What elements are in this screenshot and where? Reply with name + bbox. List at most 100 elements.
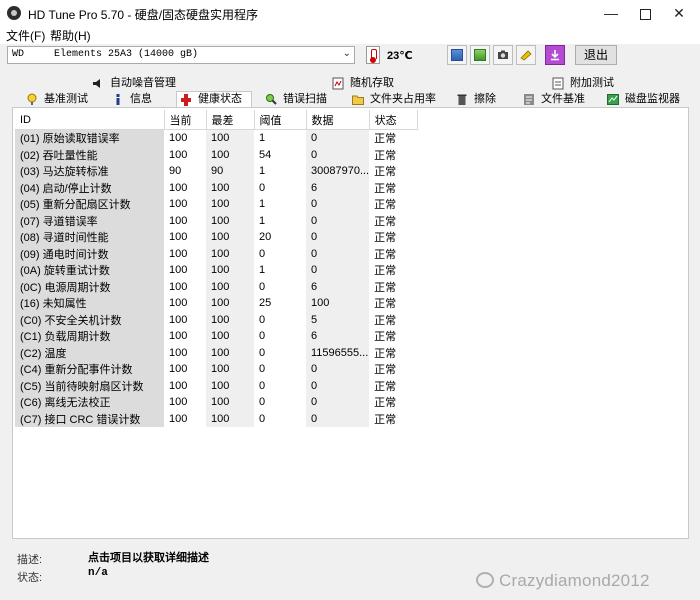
tab-disk-monitor[interactable]: 磁盘监视器 bbox=[607, 92, 687, 108]
save-button[interactable] bbox=[545, 45, 565, 65]
copy-info-button[interactable] bbox=[447, 45, 467, 65]
threshold-cell: 1 bbox=[259, 132, 266, 145]
file-benchmark-icon bbox=[523, 93, 535, 106]
table-row[interactable]: (07) 寻道错误率 100 100 1 0 正常 bbox=[15, 212, 417, 229]
attribute-id-cell: (05) 重新分配扇区计数 bbox=[15, 196, 164, 213]
options-button[interactable] bbox=[516, 45, 536, 65]
trash-icon bbox=[456, 93, 468, 106]
status-label: 状态: bbox=[17, 572, 43, 584]
table-header-row: ID 当前 最差 阈值 数据 状态 bbox=[15, 110, 418, 130]
tab-label: 信息 bbox=[130, 93, 152, 105]
close-button[interactable]: ✕ bbox=[662, 0, 696, 26]
info-icon bbox=[112, 93, 124, 106]
column-header-data[interactable]: 数据 bbox=[306, 110, 370, 130]
column-header-status[interactable]: 状态 bbox=[369, 110, 418, 130]
status-cell: 正常 bbox=[374, 281, 397, 294]
data-cell: 0 bbox=[306, 212, 370, 229]
tab-erase[interactable]: 擦除 bbox=[456, 92, 506, 108]
status-cell: 正常 bbox=[374, 298, 397, 311]
threshold-cell: 1 bbox=[259, 198, 266, 211]
table-row[interactable]: (C2) 温度 100 100 0 11596555... 正常 bbox=[15, 344, 417, 361]
current-cell: 100 bbox=[169, 412, 188, 425]
attribute-id-cell: (C1) 负载周期计数 bbox=[15, 328, 164, 345]
status-cell: 正常 bbox=[374, 248, 397, 261]
drive-select[interactable]: WD Elements 25A3 (14000 gB) ⌄ bbox=[7, 46, 355, 64]
attribute-id-cell: (16) 未知属性 bbox=[15, 295, 164, 312]
thermometer-icon bbox=[366, 46, 380, 64]
tab-health[interactable]: 健康状态 bbox=[176, 91, 252, 108]
worst-cell: 100 bbox=[206, 245, 254, 262]
data-cell: 0 bbox=[306, 129, 370, 147]
maximize-button[interactable] bbox=[628, 0, 662, 26]
column-header-current[interactable]: 当前 bbox=[164, 110, 207, 130]
worst-cell: 100 bbox=[206, 328, 254, 345]
tab-noise-management[interactable]: 自动噪音管理 bbox=[92, 76, 252, 92]
tab-random-access[interactable]: 随机存取 bbox=[332, 76, 442, 92]
attribute-id-cell: (C5) 当前待映射扇区计数 bbox=[15, 377, 164, 394]
table-row[interactable]: (0C) 电源周期计数 100 100 0 6 正常 bbox=[15, 278, 417, 295]
health-cross-icon bbox=[180, 93, 192, 106]
table-row[interactable]: (01) 原始读取错误率 100 100 1 0 正常 bbox=[15, 129, 417, 147]
current-cell: 100 bbox=[169, 214, 188, 227]
exit-button[interactable]: 退出 bbox=[575, 45, 617, 65]
worst-cell: 100 bbox=[206, 229, 254, 246]
table-row[interactable]: (0A) 旋转重试计数 100 100 1 0 正常 bbox=[15, 262, 417, 279]
tab-extra-tests[interactable]: 附加测试 bbox=[552, 76, 652, 92]
attribute-id-cell: (C4) 重新分配事件计数 bbox=[15, 361, 164, 378]
tab-file-benchmark[interactable]: 文件基准 bbox=[523, 92, 593, 108]
column-header-worst[interactable]: 最差 bbox=[206, 110, 255, 130]
status-value: n/a bbox=[88, 567, 108, 579]
table-row[interactable]: (C6) 离线无法校正 100 100 0 0 正常 bbox=[15, 394, 417, 411]
threshold-cell: 0 bbox=[259, 346, 266, 359]
tab-label: 附加测试 bbox=[570, 77, 614, 89]
table-row[interactable]: (C1) 负载周期计数 100 100 0 6 正常 bbox=[15, 328, 417, 345]
chevron-down-icon: ⌄ bbox=[342, 48, 351, 59]
table-row[interactable]: (16) 未知属性 100 100 25 100 正常 bbox=[15, 295, 417, 312]
data-cell: 0 bbox=[306, 229, 370, 246]
status-cell: 正常 bbox=[374, 232, 397, 245]
menu-file[interactable]: 文件(F) bbox=[6, 27, 45, 44]
menu-help[interactable]: 帮助(H) bbox=[50, 27, 91, 44]
tab-benchmark[interactable]: 基准测试 bbox=[26, 92, 106, 108]
current-cell: 100 bbox=[169, 346, 188, 359]
magnifier-icon bbox=[265, 93, 277, 106]
screenshot-button[interactable] bbox=[493, 45, 513, 65]
column-header-threshold[interactable]: 阈值 bbox=[254, 110, 307, 130]
save-download-icon bbox=[549, 49, 561, 61]
data-cell: 0 bbox=[306, 245, 370, 262]
tab-error-scan[interactable]: 错误扫描 bbox=[265, 92, 345, 108]
current-cell: 100 bbox=[169, 363, 188, 376]
worst-cell: 100 bbox=[206, 311, 254, 328]
threshold-cell: 1 bbox=[259, 264, 266, 277]
table-row[interactable]: (08) 寻道时间性能 100 100 20 0 正常 bbox=[15, 229, 417, 246]
threshold-cell: 0 bbox=[259, 247, 266, 260]
attribute-id-cell: (C7) 接口 CRC 错误计数 bbox=[15, 410, 164, 427]
data-cell: 30087970... bbox=[306, 163, 370, 180]
worst-cell: 100 bbox=[206, 410, 254, 427]
minimize-button[interactable]: — bbox=[594, 0, 628, 26]
column-header-id[interactable]: ID bbox=[15, 110, 165, 130]
attribute-id-cell: (02) 吞吐量性能 bbox=[15, 146, 164, 163]
table-row[interactable]: (03) 马达旋转标准 90 90 1 30087970... 正常 bbox=[15, 163, 417, 180]
worst-cell: 100 bbox=[206, 262, 254, 279]
table-row[interactable]: (C4) 重新分配事件计数 100 100 0 0 正常 bbox=[15, 361, 417, 378]
tab-info[interactable]: 信息 bbox=[112, 92, 162, 108]
copy-text-button[interactable] bbox=[470, 45, 490, 65]
folder-icon bbox=[352, 93, 364, 106]
table-row[interactable]: (C5) 当前待映射扇区计数 100 100 0 0 正常 bbox=[15, 377, 417, 394]
table-row[interactable]: (05) 重新分配扇区计数 100 100 1 0 正常 bbox=[15, 196, 417, 213]
table-row[interactable]: (C0) 不安全关机计数 100 100 0 5 正常 bbox=[15, 311, 417, 328]
table-row[interactable]: (02) 吞吐量性能 100 100 54 0 正常 bbox=[15, 146, 417, 163]
data-cell: 100 bbox=[306, 295, 370, 312]
toolbar: WD Elements 25A3 (14000 gB) ⌄ 23℃ 退出 bbox=[0, 44, 700, 68]
tab-folder-usage[interactable]: 文件夹占用率 bbox=[352, 92, 452, 108]
maximize-icon bbox=[639, 8, 651, 20]
table-row[interactable]: (04) 启动/停止计数 100 100 0 6 正常 bbox=[15, 179, 417, 196]
current-cell: 100 bbox=[169, 247, 188, 260]
data-cell: 11596555... bbox=[306, 344, 370, 361]
table-row[interactable]: (C7) 接口 CRC 错误计数 100 100 0 0 正常 bbox=[15, 410, 417, 427]
current-cell: 100 bbox=[169, 379, 188, 392]
table-row[interactable]: (09) 通电时间计数 100 100 0 0 正常 bbox=[15, 245, 417, 262]
threshold-cell: 54 bbox=[259, 148, 272, 161]
data-cell: 0 bbox=[306, 361, 370, 378]
